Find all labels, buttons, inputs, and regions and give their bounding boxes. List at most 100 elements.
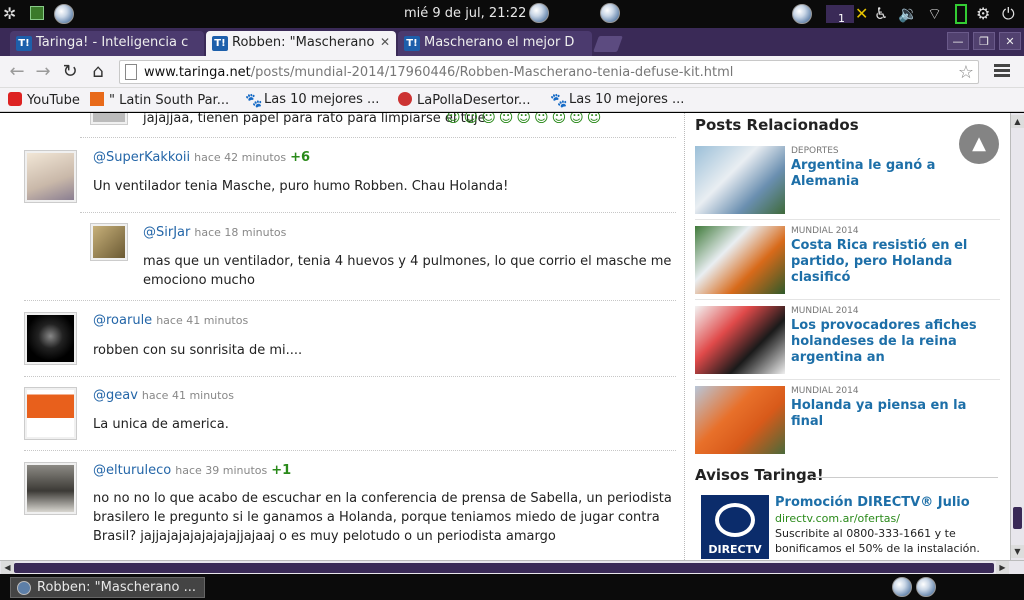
related-category: MUNDIAL 2014: [791, 386, 859, 396]
tab-close-icon[interactable]: ✕: [380, 35, 390, 49]
scroll-to-top-button[interactable]: ▲: [959, 124, 999, 164]
comment-user[interactable]: @elturuleco: [93, 463, 171, 478]
tab-label: Mascherano el mejor D: [424, 35, 575, 50]
battery-icon[interactable]: [955, 4, 967, 24]
address-bar[interactable]: www.taringa.net/posts/mundial-2014/17960…: [119, 60, 979, 84]
bookmark-label: Las 10 mejores ...: [264, 92, 380, 107]
volume-icon[interactable]: 🔉: [898, 4, 918, 24]
horizontal-scroll-thumb[interactable]: [14, 563, 994, 573]
taskbar-window-item[interactable]: Robben: "Mascherano ...: [10, 577, 205, 598]
bookmark-label: " Latin South Par...: [109, 93, 230, 108]
tab-taringa-home[interactable]: T! Taringa! - Inteligencia c: [10, 31, 204, 56]
tray-globe-icon[interactable]: [916, 577, 936, 597]
comment-header: @geav hace 41 minutos: [93, 388, 234, 403]
terminal-icon[interactable]: [30, 6, 44, 20]
bookmark-star-icon[interactable]: ☆: [958, 62, 974, 83]
comment-header: @roarule hace 41 minutos: [93, 313, 248, 328]
related-post[interactable]: MUNDIAL 2014 Costa Rica resistió en el p…: [695, 226, 1000, 300]
comment-time: hace 41 minutos: [141, 389, 234, 402]
bookmark-label: LaPollaDesertor...: [417, 93, 531, 108]
bookmark-youtube[interactable]: YouTube: [8, 92, 80, 108]
accessibility-icon[interactable]: ♿: [874, 4, 888, 24]
globe-tray-icon[interactable]: [792, 4, 812, 24]
ad-directv[interactable]: DIRECTV Promoción DIRECTV® Julio directv…: [699, 495, 999, 560]
avatar[interactable]: [24, 150, 77, 203]
close-window-button[interactable]: ✕: [999, 32, 1021, 50]
comment-time: hace 41 minutos: [156, 314, 249, 327]
taskbar: Robben: "Mascherano ...: [0, 574, 1024, 600]
horizontal-scrollbar[interactable]: ◀ ▶: [0, 560, 1024, 574]
settings-icon[interactable]: ⚙: [976, 4, 990, 24]
comment-separator: [80, 137, 676, 138]
related-thumbnail[interactable]: [695, 226, 785, 294]
scroll-down-arrow-icon[interactable]: ▼: [1011, 545, 1024, 558]
bookmark-las-10-mejores-2[interactable]: 🐾 Las 10 mejores ...: [550, 92, 684, 108]
tray-globe-icon[interactable]: [892, 577, 912, 597]
scroll-up-arrow-icon[interactable]: ▲: [1011, 115, 1024, 128]
avatar[interactable]: [90, 223, 128, 261]
bookmark-lapolladesertor[interactable]: LaPollaDesertor...: [398, 92, 530, 108]
minimize-button[interactable]: —: [947, 32, 969, 50]
reload-icon[interactable]: ↻: [59, 61, 81, 83]
ads-title: Avisos Taringa!: [695, 466, 824, 484]
browser-launcher-icon[interactable]: [54, 4, 74, 24]
related-thumbnail[interactable]: [695, 386, 785, 454]
related-post[interactable]: MUNDIAL 2014 Holanda ya piensa en la fin…: [695, 386, 1000, 460]
related-title[interactable]: Los provocadores afiches holandeses de l…: [791, 318, 996, 366]
related-thumbnail[interactable]: [695, 306, 785, 374]
comment-user[interactable]: @SuperKakkoii: [93, 150, 190, 165]
vertical-scrollbar[interactable]: ▲ ▼: [1010, 113, 1024, 560]
weather-icon: [529, 3, 549, 23]
tab-label: Robben: "Mascherano: [232, 35, 375, 50]
comment-text: no no no lo que acabo de escuchar en la …: [93, 491, 672, 544]
related-title[interactable]: Argentina le ganó a Alemania: [791, 158, 996, 190]
comment-text: jajajjaa, tienen papel para rato para li…: [143, 113, 486, 126]
related-title[interactable]: Costa Rica resistió en el partido, pero …: [791, 238, 996, 286]
ad-title[interactable]: Promoción DIRECTV® Julio: [775, 495, 970, 510]
comment-user[interactable]: @SirJar: [143, 225, 190, 240]
comment-user[interactable]: @geav: [93, 388, 138, 403]
related-separator: [695, 299, 1000, 300]
vertical-scroll-thumb[interactable]: [1013, 507, 1022, 529]
tab-robben-mascherano[interactable]: T! Robben: "Mascherano ✕: [206, 31, 396, 56]
paw-icon: 🐾: [550, 93, 568, 109]
url-text[interactable]: www.taringa.net/posts/mundial-2014/17960…: [144, 65, 733, 80]
related-post[interactable]: DEPORTES Argentina le ganó a Alemania: [695, 146, 1000, 220]
clock[interactable]: mié 9 de jul, 21:22: [404, 6, 526, 21]
ad-description: Suscribite al 0800-333-1661 y te bonific…: [775, 527, 980, 555]
maximize-button[interactable]: ❐: [973, 32, 995, 50]
app-menu-icon[interactable]: ✲: [3, 4, 16, 24]
comment-user[interactable]: @roarule: [93, 313, 152, 328]
bookmarks-bar: YouTube " Latin South Par... 🐾 Las 10 mej…: [0, 88, 1024, 112]
avatar[interactable]: [24, 387, 77, 440]
bookmark-las-10-mejores-1[interactable]: 🐾 Las 10 mejores ...: [245, 92, 379, 108]
comment-text: Un ventilador tenia Masche, puro humo Ro…: [93, 179, 509, 194]
related-thumbnail[interactable]: [695, 146, 785, 214]
new-tab-button[interactable]: [593, 36, 623, 52]
wifi-icon[interactable]: ⌔: [927, 4, 942, 24]
avatar[interactable]: [24, 312, 77, 365]
site-icon: [90, 92, 104, 106]
home-icon[interactable]: ⌂: [87, 61, 109, 83]
scroll-left-arrow-icon[interactable]: ◀: [1, 561, 14, 574]
power-icon[interactable]: ⏻: [1002, 4, 1015, 24]
back-icon[interactable]: ←: [6, 61, 28, 83]
tab-mascherano-mejor[interactable]: T! Mascherano el mejor D: [398, 31, 592, 56]
avatar[interactable]: [24, 462, 77, 515]
directv-logo[interactable]: DIRECTV: [701, 495, 769, 559]
related-title[interactable]: Holanda ya piensa en la final: [791, 398, 996, 430]
related-post[interactable]: MUNDIAL 2014 Los provocadores afiches ho…: [695, 306, 1000, 380]
update-icon[interactable]: ✕: [855, 4, 868, 24]
url-path: /posts/mundial-2014/17960446/Robben-Masc…: [250, 65, 734, 80]
related-category: DEPORTES: [791, 146, 839, 156]
ad-url[interactable]: directv.com.ar/ofertas/: [775, 512, 900, 525]
bookmark-latin-south-park[interactable]: " Latin South Par...: [90, 92, 229, 108]
emoticons: ☺☺☺☺☺☺☺☺☺: [446, 113, 605, 126]
avatar[interactable]: [90, 113, 128, 125]
scroll-right-arrow-icon[interactable]: ▶: [996, 561, 1009, 574]
menu-icon[interactable]: [992, 62, 1012, 82]
related-separator: [695, 219, 1000, 220]
forward-icon[interactable]: →: [32, 61, 54, 83]
tab-label: Taringa! - Inteligencia c: [36, 35, 189, 50]
taringa-favicon-icon: T!: [16, 36, 32, 51]
